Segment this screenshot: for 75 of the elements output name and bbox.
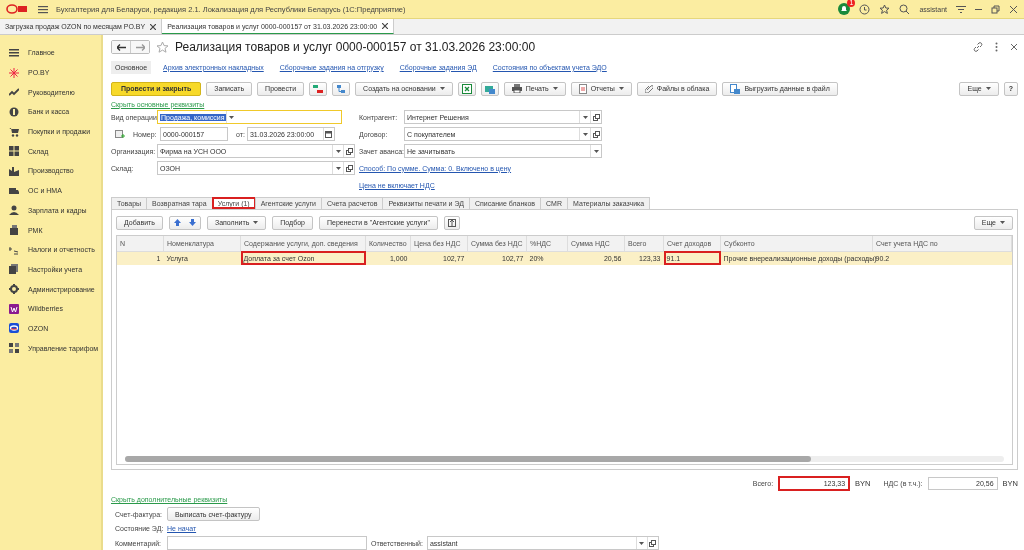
split-icon [447,218,456,227]
gear-icon [9,284,19,295]
icon-button[interactable] [332,81,351,96]
open-icon [649,539,657,547]
icon-button[interactable] [443,215,460,230]
link-icon [973,42,983,53]
caret-icon [552,87,558,91]
minimize-icon [975,8,982,10]
dropdown-icon [639,541,645,545]
arrow-up-icon [173,219,181,227]
report-icon [578,83,587,94]
open-icon [592,113,600,121]
register-icon [9,225,19,236]
history-icon [859,3,871,15]
spreadsheet-icon [461,83,472,94]
caret-icon [253,221,259,225]
arrow-left-icon [116,43,126,51]
icon-button[interactable] [457,81,476,96]
close-icon [1009,4,1018,14]
list-icon [9,47,19,58]
star-icon [879,3,891,15]
tax-icon [9,244,19,255]
ledger-icon [313,83,324,94]
close-icon [1010,43,1018,52]
dropdown-icon [335,166,341,170]
open-icon [592,130,600,138]
comment-field[interactable] [167,536,367,550]
icon-button[interactable] [480,81,499,96]
dropdown-icon [582,115,588,119]
bell-icon [838,3,851,15]
close-icon [150,23,157,30]
caret-icon [439,87,445,91]
printer-icon [511,84,522,94]
dropdown-icon [582,132,588,136]
menu-icon [956,4,966,14]
factory-icon [9,165,19,176]
export-icon [730,83,741,94]
icon-button[interactable] [309,81,328,96]
open-icon [345,147,353,155]
more-vertical-icon [995,42,998,53]
close-icon [382,23,389,29]
dropdown-icon [335,149,341,153]
calendar-icon [325,130,333,138]
w-logo-icon [9,303,19,314]
trend-icon [9,87,19,98]
menu-icon [38,4,48,14]
truck-icon [9,185,19,196]
open-icon [345,164,353,172]
tiles-icon [9,343,19,354]
scrollbar[interactable] [125,456,1004,462]
structure-icon [336,83,347,94]
caret-icon [618,87,624,91]
dropdown-icon [229,115,235,119]
coin-icon [9,106,19,117]
caret-icon [1000,221,1005,225]
arrow-down-icon [188,219,196,227]
search-icon [899,3,911,15]
cart-icon [9,126,19,137]
arrow-right-icon [135,43,145,51]
scroll-thumb[interactable] [125,456,811,462]
mail-icon [484,83,495,94]
restore-icon [991,4,1000,14]
books-icon [9,264,19,275]
person-icon [9,205,19,216]
document-icon [115,129,125,139]
o-logo-icon [9,323,19,334]
grid-icon [9,146,19,157]
paperclip-icon [644,84,653,94]
back-button[interactable] [112,41,130,54]
star-icon [156,40,169,54]
app-logo-icon [6,4,28,14]
caret-icon [985,87,991,91]
document-title: Реализация товаров и услуг 0000-000157 от 31.03.2026 23:00:00 [175,40,536,55]
dropdown-icon [593,149,599,153]
snowflake-icon [9,67,19,78]
